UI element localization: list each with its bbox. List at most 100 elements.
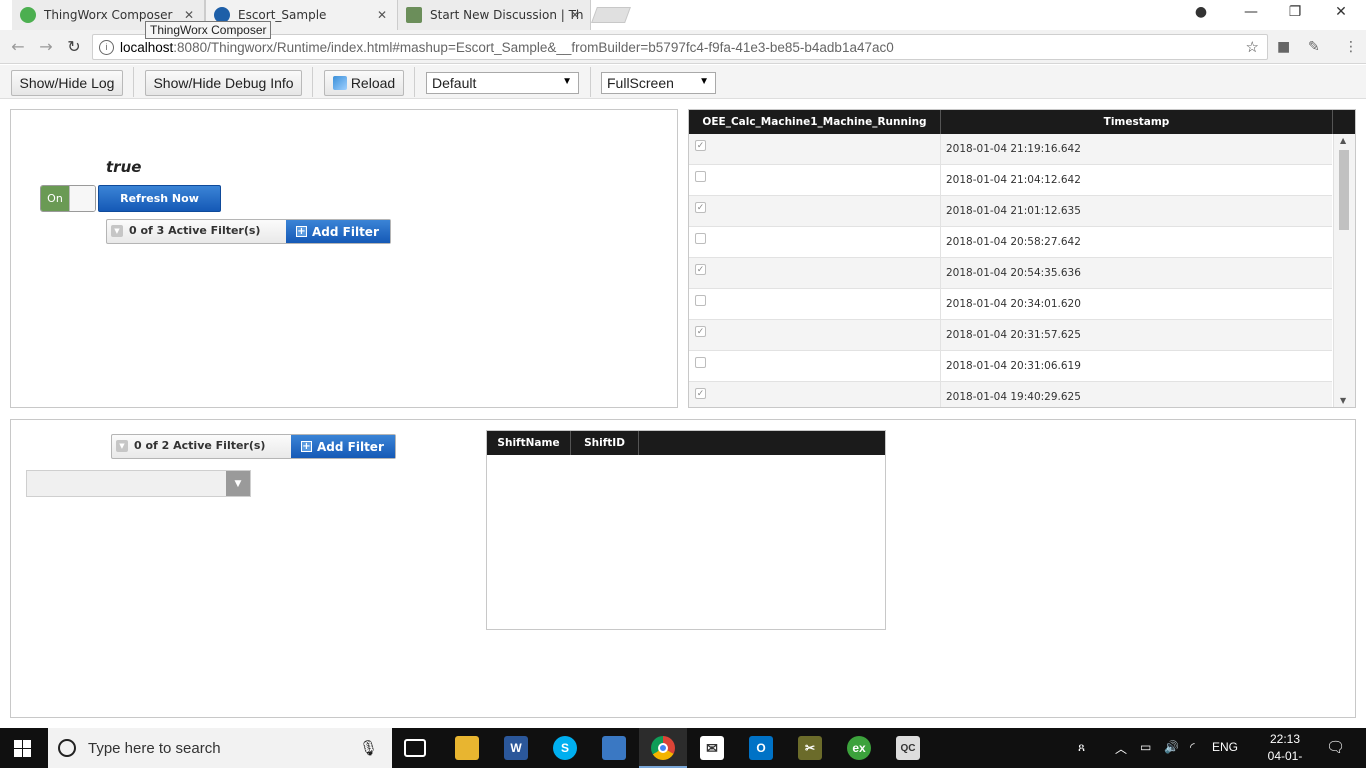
table-row[interactable]: 2018-01-04 20:34:01.620 xyxy=(689,289,1332,320)
cortana-icon xyxy=(58,739,76,757)
close-window-button[interactable]: ✕ xyxy=(1326,4,1356,20)
reload-icon[interactable]: ↻ xyxy=(63,37,85,56)
restore-button[interactable]: ❐ xyxy=(1280,4,1310,20)
column-header-shiftid[interactable]: ShiftID xyxy=(571,431,639,455)
add-filter-button[interactable]: + Add Filter xyxy=(286,220,390,243)
scroll-thumb[interactable] xyxy=(1339,150,1349,230)
running-checkbox[interactable]: ✓ xyxy=(695,264,706,275)
running-checkbox[interactable] xyxy=(695,233,706,244)
running-checkbox[interactable]: ✓ xyxy=(695,388,706,399)
scroll-up-icon[interactable]: ▲ xyxy=(1340,136,1346,145)
tab-title: Start New Discussion | Th xyxy=(430,8,584,22)
clock-time: 22:13 xyxy=(1269,732,1301,746)
dropdown-arrow-icon[interactable]: ▼ xyxy=(226,471,250,496)
running-checkbox[interactable]: ✓ xyxy=(695,202,706,213)
battery-icon[interactable]: ▭ xyxy=(1140,740,1151,754)
column-header-shiftname[interactable]: ShiftName xyxy=(487,431,571,455)
outlook-icon[interactable]: O xyxy=(749,736,773,760)
table-row[interactable]: ✓ 2018-01-04 21:19:16.642 xyxy=(689,134,1332,165)
task-view-icon[interactable] xyxy=(404,739,426,757)
menu-kebab-icon[interactable]: ⋮ xyxy=(1344,39,1358,55)
add-filter-label: Add Filter xyxy=(317,439,384,454)
running-checkbox[interactable] xyxy=(695,357,706,368)
language-indicator[interactable]: ENG xyxy=(1212,740,1238,754)
scroll-down-icon[interactable]: ▼ xyxy=(1340,396,1346,405)
ex-app-icon[interactable]: ex xyxy=(847,736,871,760)
column-header-timestamp[interactable]: Timestamp xyxy=(941,110,1333,134)
running-checkbox[interactable]: ✓ xyxy=(695,140,706,151)
column-divider xyxy=(940,382,941,407)
extension-icon[interactable]: ■ xyxy=(1277,39,1290,55)
bookmark-star-icon[interactable]: ☆ xyxy=(1246,38,1259,56)
action-center-icon[interactable]: 🗨 xyxy=(1326,738,1345,756)
new-tab-button[interactable] xyxy=(591,7,631,23)
skype-icon[interactable]: S xyxy=(553,736,577,760)
show-hide-debug-button[interactable]: Show/Hide Debug Info xyxy=(145,70,302,96)
show-hide-log-button[interactable]: Show/Hide Log xyxy=(11,70,123,96)
timestamp-cell: 2018-01-04 20:31:06.619 xyxy=(946,360,1081,372)
grid-scrollbar[interactable]: ▲ ▼ xyxy=(1333,134,1355,407)
runtime-toolbar: Show/Hide Log Show/Hide Debug Info Reloa… xyxy=(0,65,1366,99)
table-row[interactable]: 2018-01-04 20:31:06.619 xyxy=(689,351,1332,382)
url-host: localhost xyxy=(120,39,174,55)
people-icon[interactable]: ጸ xyxy=(1078,740,1085,755)
filter-dropdown-icon[interactable]: ▼ xyxy=(116,440,128,452)
microphone-icon[interactable]: 🎙 xyxy=(359,739,378,757)
file-explorer-icon[interactable] xyxy=(455,736,479,760)
running-value-display: true xyxy=(106,158,142,176)
add-filter-button[interactable]: + Add Filter xyxy=(291,435,395,458)
table-row[interactable]: ✓ 2018-01-04 20:54:35.636 xyxy=(689,258,1332,289)
filter-dropdown-icon[interactable]: ▼ xyxy=(111,225,123,237)
back-arrow-icon[interactable]: ← xyxy=(7,37,29,56)
toggle-knob[interactable] xyxy=(69,186,95,211)
volume-icon[interactable]: 🔊 xyxy=(1164,740,1179,754)
community-favicon-icon xyxy=(406,7,422,23)
table-row[interactable]: ✓ 2018-01-04 20:31:57.625 xyxy=(689,320,1332,351)
close-icon[interactable]: ✕ xyxy=(377,8,387,22)
wifi-icon[interactable]: ◜ xyxy=(1190,740,1195,754)
size-select[interactable]: FullScreen ▼ xyxy=(601,72,716,94)
add-filter-label: Add Filter xyxy=(312,224,379,239)
chrome-icon[interactable] xyxy=(651,736,675,760)
running-checkbox[interactable]: ✓ xyxy=(695,326,706,337)
tray-chevron-icon[interactable]: ︿ xyxy=(1115,740,1127,757)
taskbar-clock[interactable]: 22:13 04-01-2018 xyxy=(1255,731,1315,782)
table-row[interactable]: ✓ 2018-01-04 19:40:29.625 xyxy=(689,382,1332,407)
shift-combo-box[interactable]: ▼ xyxy=(26,470,251,497)
remote-desktop-icon[interactable] xyxy=(602,736,626,760)
mail-icon[interactable]: ✉ xyxy=(700,736,724,760)
tools-icon[interactable]: ✂ xyxy=(798,736,822,760)
tab-tooltip: ThingWorx Composer xyxy=(145,21,272,39)
table-row[interactable]: 2018-01-04 21:04:12.642 xyxy=(689,165,1332,196)
qc-app-icon[interactable]: QC xyxy=(896,736,920,760)
running-checkbox[interactable] xyxy=(695,295,706,306)
tab-title: ThingWorx Composer xyxy=(44,8,173,22)
style-select[interactable]: Default ▼ xyxy=(426,72,579,94)
table-row[interactable]: 2018-01-04 20:58:27.642 xyxy=(689,227,1332,258)
timestamp-cell: 2018-01-04 21:04:12.642 xyxy=(946,174,1081,186)
profile-icon[interactable]: ● xyxy=(1186,4,1216,20)
taskbar-search-input[interactable]: Type here to search 🎙 xyxy=(48,728,392,768)
minimize-button[interactable]: — xyxy=(1236,4,1266,20)
info-icon[interactable]: i xyxy=(99,39,114,55)
running-checkbox[interactable] xyxy=(695,171,706,182)
refresh-now-button[interactable]: Refresh Now xyxy=(98,185,221,212)
word-icon[interactable]: W xyxy=(504,736,528,760)
close-icon[interactable]: ✕ xyxy=(184,8,194,22)
column-divider xyxy=(940,227,941,258)
toolbar-divider xyxy=(312,67,313,97)
table-row[interactable]: ✓ 2018-01-04 21:01:12.635 xyxy=(689,196,1332,227)
tab-start-new-discussion[interactable]: Start New Discussion | Th ✕ xyxy=(398,0,591,30)
toolbar-divider xyxy=(590,67,591,97)
eyedropper-icon[interactable]: ✎ xyxy=(1308,39,1320,55)
close-icon[interactable]: ✕ xyxy=(570,8,580,22)
column-divider xyxy=(940,258,941,289)
windows-start-icon[interactable] xyxy=(14,740,31,757)
column-header-running[interactable]: OEE_Calc_Machine1_Machine_Running xyxy=(689,110,941,134)
machine-running-grid: OEE_Calc_Machine1_Machine_Running Timest… xyxy=(688,109,1356,408)
timestamp-cell: 2018-01-04 20:54:35.636 xyxy=(946,267,1081,279)
reload-button[interactable]: Reload xyxy=(324,70,404,96)
plus-icon: + xyxy=(301,441,312,452)
auto-refresh-toggle[interactable]: On xyxy=(40,185,96,212)
forward-arrow-icon[interactable]: → xyxy=(35,37,57,56)
